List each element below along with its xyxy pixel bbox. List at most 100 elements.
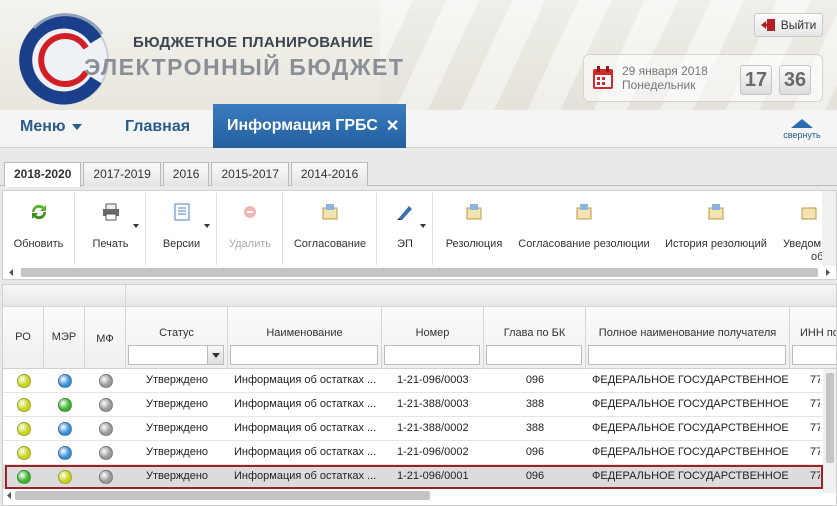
refresh-icon bbox=[31, 204, 46, 220]
chevron-down-icon[interactable] bbox=[207, 346, 223, 364]
column-header-mer[interactable]: МЭР bbox=[44, 307, 85, 369]
tab-year-2014-2016[interactable]: 2014-2016 bbox=[290, 162, 369, 186]
column-name-label: Наименование bbox=[266, 327, 343, 339]
delete-button[interactable]: Удалить bbox=[218, 193, 283, 265]
column-header-name[interactable]: Наименование bbox=[228, 307, 382, 369]
delete-icon bbox=[244, 206, 256, 218]
cell-inn: 77 bbox=[810, 374, 820, 386]
recipient-filter-input[interactable] bbox=[588, 345, 786, 365]
exit-button[interactable]: Выйти bbox=[754, 13, 823, 37]
versions-label: Версии bbox=[162, 238, 201, 250]
app-header: БЮДЖЕТНОЕ ПЛАНИРОВАНИЕ ЭЛЕКТРОННЫЙ БЮДЖЕ… bbox=[0, 0, 837, 110]
column-header-status[interactable]: Статус bbox=[126, 307, 228, 369]
nav-home-link[interactable]: Главная bbox=[125, 118, 190, 136]
exit-label: Выйти bbox=[780, 18, 817, 32]
name-filter-input[interactable] bbox=[230, 345, 378, 365]
refresh-button[interactable]: Обновить bbox=[3, 193, 75, 265]
menu-label: Меню bbox=[20, 118, 66, 135]
status-filter-select[interactable] bbox=[128, 345, 224, 365]
table-row[interactable]: Утверждено Информация об остатках ... 1-21… bbox=[3, 393, 836, 417]
column-header-chapter[interactable]: Глава по БК bbox=[484, 307, 586, 369]
grid-horizontal-scrollbar[interactable] bbox=[5, 489, 823, 501]
toolbar-horizontal-scrollbar[interactable] bbox=[7, 267, 832, 277]
scroll-right-icon[interactable] bbox=[824, 268, 832, 277]
toolbar: Обновить Печать Версии Удалить Согласова… bbox=[2, 190, 837, 280]
print-dropdown-icon bbox=[133, 224, 139, 228]
status-indicator-mer-icon bbox=[58, 422, 72, 436]
cell-recipient: ФЕДЕРАЛЬНОЕ ГОСУДАРСТВЕННОЕ ... bbox=[592, 446, 790, 458]
column-header-recipient[interactable]: Полное наименование получателя bbox=[586, 307, 790, 369]
column-mf-label: МФ bbox=[96, 333, 114, 345]
grid-group-divider bbox=[125, 285, 126, 307]
resolution-label: Резолюция bbox=[445, 238, 503, 250]
print-label: Печать bbox=[92, 238, 129, 250]
toolbar-scrollbar-thumb[interactable] bbox=[21, 268, 818, 277]
resolution-history-button[interactable]: История резолюций bbox=[657, 193, 775, 265]
collapse-button[interactable]: свернуть bbox=[780, 119, 824, 140]
column-header-inn[interactable]: ИНН по bbox=[790, 307, 837, 369]
grid-group-header bbox=[3, 285, 836, 307]
status-indicator-mf-icon bbox=[99, 374, 113, 388]
date-time-panel: 29 января 2018 Понедельник 17 36 bbox=[583, 54, 823, 102]
column-recipient-label: Полное наименование получателя bbox=[598, 327, 777, 339]
cell-status: Утверждено bbox=[145, 446, 209, 458]
approval-button[interactable]: Согласование bbox=[284, 193, 377, 265]
delete-label: Удалить bbox=[229, 238, 271, 250]
refresh-label: Обновить bbox=[13, 238, 64, 250]
cell-chapter: 388 bbox=[525, 398, 545, 410]
resolution-button[interactable]: Резолюция bbox=[437, 193, 511, 265]
tab-year-2015-2017[interactable]: 2015-2017 bbox=[211, 162, 289, 186]
cell-name: Информация об остатках ... bbox=[234, 422, 377, 434]
menu-dropdown[interactable]: Меню bbox=[20, 118, 82, 136]
table-row[interactable]: Утверждено Информация об остатках ... 1-21… bbox=[3, 417, 836, 441]
chapter-filter-input[interactable] bbox=[486, 345, 582, 365]
column-mer-label: МЭР bbox=[51, 331, 77, 343]
cell-name: Информация об остатках ... bbox=[234, 446, 377, 458]
cell-chapter: 388 bbox=[525, 422, 545, 434]
close-icon[interactable]: ✕ bbox=[386, 116, 399, 136]
grid-vertical-scrollbar[interactable] bbox=[823, 369, 836, 493]
status-indicator-mf-icon bbox=[99, 422, 113, 436]
versions-dropdown-icon bbox=[204, 224, 210, 228]
column-header-mf[interactable]: МФ bbox=[85, 307, 126, 369]
versions-icon bbox=[174, 203, 189, 221]
column-inn-label: ИНН по bbox=[800, 327, 837, 339]
resolution-approval-button[interactable]: Согласование резолюции bbox=[513, 193, 655, 265]
app-title: БЮДЖЕТНОЕ ПЛАНИРОВАНИЕ bbox=[133, 34, 374, 51]
table-row[interactable]: Утверждено Информация об остатках ... 1-21… bbox=[3, 441, 836, 465]
cell-recipient: ФЕДЕРАЛЬНОЕ ГОСУДАРСТВЕННОЕ ... bbox=[592, 398, 790, 410]
column-header-number[interactable]: Номер bbox=[382, 307, 484, 369]
tab-year-2018-2020[interactable]: 2018-2020 bbox=[4, 162, 82, 187]
cell-name: Информация об остатках ... bbox=[234, 398, 377, 410]
grid-header: РО МЭР МФ Статус Наименование Номер Глав… bbox=[3, 307, 837, 369]
status-indicator-mf-icon bbox=[99, 446, 113, 460]
number-filter-input[interactable] bbox=[384, 345, 480, 365]
resolution-history-label: История резолюций bbox=[665, 238, 767, 250]
collapse-arrow-icon bbox=[791, 119, 813, 128]
toolbar-vertical-scrollbar[interactable] bbox=[822, 191, 836, 266]
status-indicator-ro-icon bbox=[17, 398, 31, 412]
ep-label: ЭП bbox=[397, 238, 413, 250]
grid-vscroll-thumb[interactable] bbox=[826, 373, 834, 463]
tab-grbs-info[interactable]: Информация ГРБС ✕ bbox=[213, 104, 406, 148]
approval-icon bbox=[322, 204, 338, 220]
signature-pen-icon bbox=[397, 206, 412, 220]
scroll-left-icon[interactable] bbox=[5, 491, 13, 500]
inn-filter-input[interactable] bbox=[792, 345, 836, 365]
status-indicator-mer-icon bbox=[58, 446, 72, 460]
table-row[interactable]: Утверждено Информация об остатках ... 1-21… bbox=[3, 369, 836, 393]
grid-hscroll-thumb[interactable] bbox=[15, 491, 430, 500]
cell-number: 1-21-388/0002 bbox=[397, 422, 469, 434]
column-ro-label: РО bbox=[15, 331, 31, 343]
tab-year-2016[interactable]: 2016 bbox=[162, 162, 210, 186]
status-indicator-ro-icon bbox=[17, 446, 31, 460]
cell-inn: 77 bbox=[810, 398, 820, 410]
ep-button[interactable]: ЭП bbox=[378, 193, 433, 265]
scroll-left-icon[interactable] bbox=[7, 268, 15, 277]
column-header-ro[interactable]: РО bbox=[3, 307, 44, 369]
tab-year-2017-2019[interactable]: 2017-2019 bbox=[83, 162, 161, 186]
versions-button[interactable]: Версии bbox=[147, 193, 217, 265]
print-button[interactable]: Печать bbox=[76, 193, 146, 265]
current-date: 29 января 2018 bbox=[622, 64, 708, 78]
cell-number: 1-21-096/0003 bbox=[397, 374, 469, 386]
